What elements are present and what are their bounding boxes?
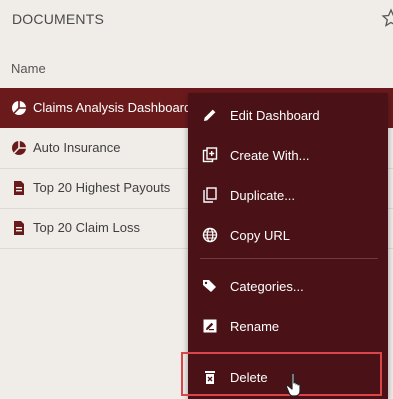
- menu-item-label: Rename: [230, 319, 280, 334]
- menu-item-create-with[interactable]: Create With...: [188, 135, 388, 175]
- menu-item-label: Edit Dashboard: [230, 108, 320, 123]
- hand-cursor-icon: [285, 372, 301, 397]
- delete-highlight-box: [181, 352, 382, 396]
- menu-item-duplicate[interactable]: Duplicate...: [188, 175, 388, 215]
- menu-item-label: Copy URL: [230, 228, 290, 243]
- menu-item-label: Create With...: [230, 148, 310, 163]
- duplicate-icon: [203, 187, 217, 203]
- list-item-label: Top 20 Highest Payouts: [33, 180, 171, 195]
- menu-divider: [200, 258, 378, 259]
- list-item-label: Claims Analysis Dashboard: [33, 100, 192, 115]
- rename-icon: [203, 319, 217, 333]
- document-icon: [14, 181, 24, 195]
- pie-chart-icon: [12, 101, 26, 115]
- documents-header: DOCUMENTS: [0, 0, 393, 40]
- tags-icon: [203, 280, 216, 292]
- menu-item-categories[interactable]: Categories...: [188, 266, 388, 306]
- menu-item-edit-dashboard[interactable]: Edit Dashboard: [188, 95, 388, 135]
- list-item-label: Top 20 Claim Loss: [33, 220, 140, 235]
- star-icon[interactable]: [381, 8, 393, 28]
- pencil-icon: [204, 109, 216, 121]
- document-icon: [14, 221, 24, 235]
- globe-icon: [202, 227, 218, 243]
- page-title: DOCUMENTS: [12, 11, 105, 27]
- menu-item-copy-url[interactable]: Copy URL: [188, 215, 388, 255]
- menu-item-label: Categories...: [230, 279, 304, 294]
- create-with-icon: [202, 147, 218, 163]
- menu-item-label: Duplicate...: [230, 188, 296, 203]
- list-item-label: Auto Insurance: [33, 140, 121, 155]
- column-header-name[interactable]: Name: [11, 61, 46, 76]
- pie-chart-icon: [12, 141, 26, 155]
- menu-item-rename[interactable]: Rename: [188, 306, 388, 346]
